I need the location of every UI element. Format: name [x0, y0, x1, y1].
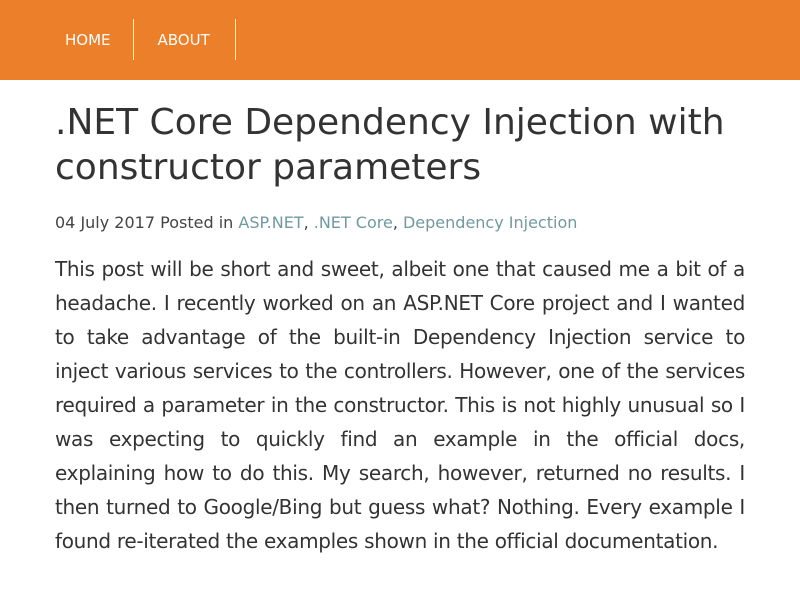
post-content: .NET Core Dependency Injection with cons… — [55, 100, 745, 578]
post-title: .NET Core Dependency Injection with cons… — [55, 102, 725, 188]
post-body: This post will be short and sweet, albei… — [55, 257, 745, 553]
post-date: 04 July 2017 — [55, 213, 156, 232]
nav-about-link[interactable]: ABOUT — [134, 19, 235, 60]
nav-home-link[interactable]: HOME — [43, 19, 133, 60]
posted-in-label: Posted in — [160, 213, 234, 232]
nav-divider — [234, 19, 236, 60]
category-link-dotnet-core[interactable]: .NET Core — [314, 213, 393, 232]
category-link-aspnet[interactable]: ASP.NET — [238, 213, 303, 232]
category-separator: , — [392, 213, 403, 232]
category-link-dependency-injection[interactable]: Dependency Injection — [403, 213, 577, 232]
post-meta: 04 July 2017 Posted in ASP.NET, .NET Cor… — [55, 212, 745, 234]
category-separator: , — [303, 213, 314, 232]
main-nav: HOME ABOUT — [43, 19, 236, 60]
site-header: HOME ABOUT — [0, 0, 800, 80]
